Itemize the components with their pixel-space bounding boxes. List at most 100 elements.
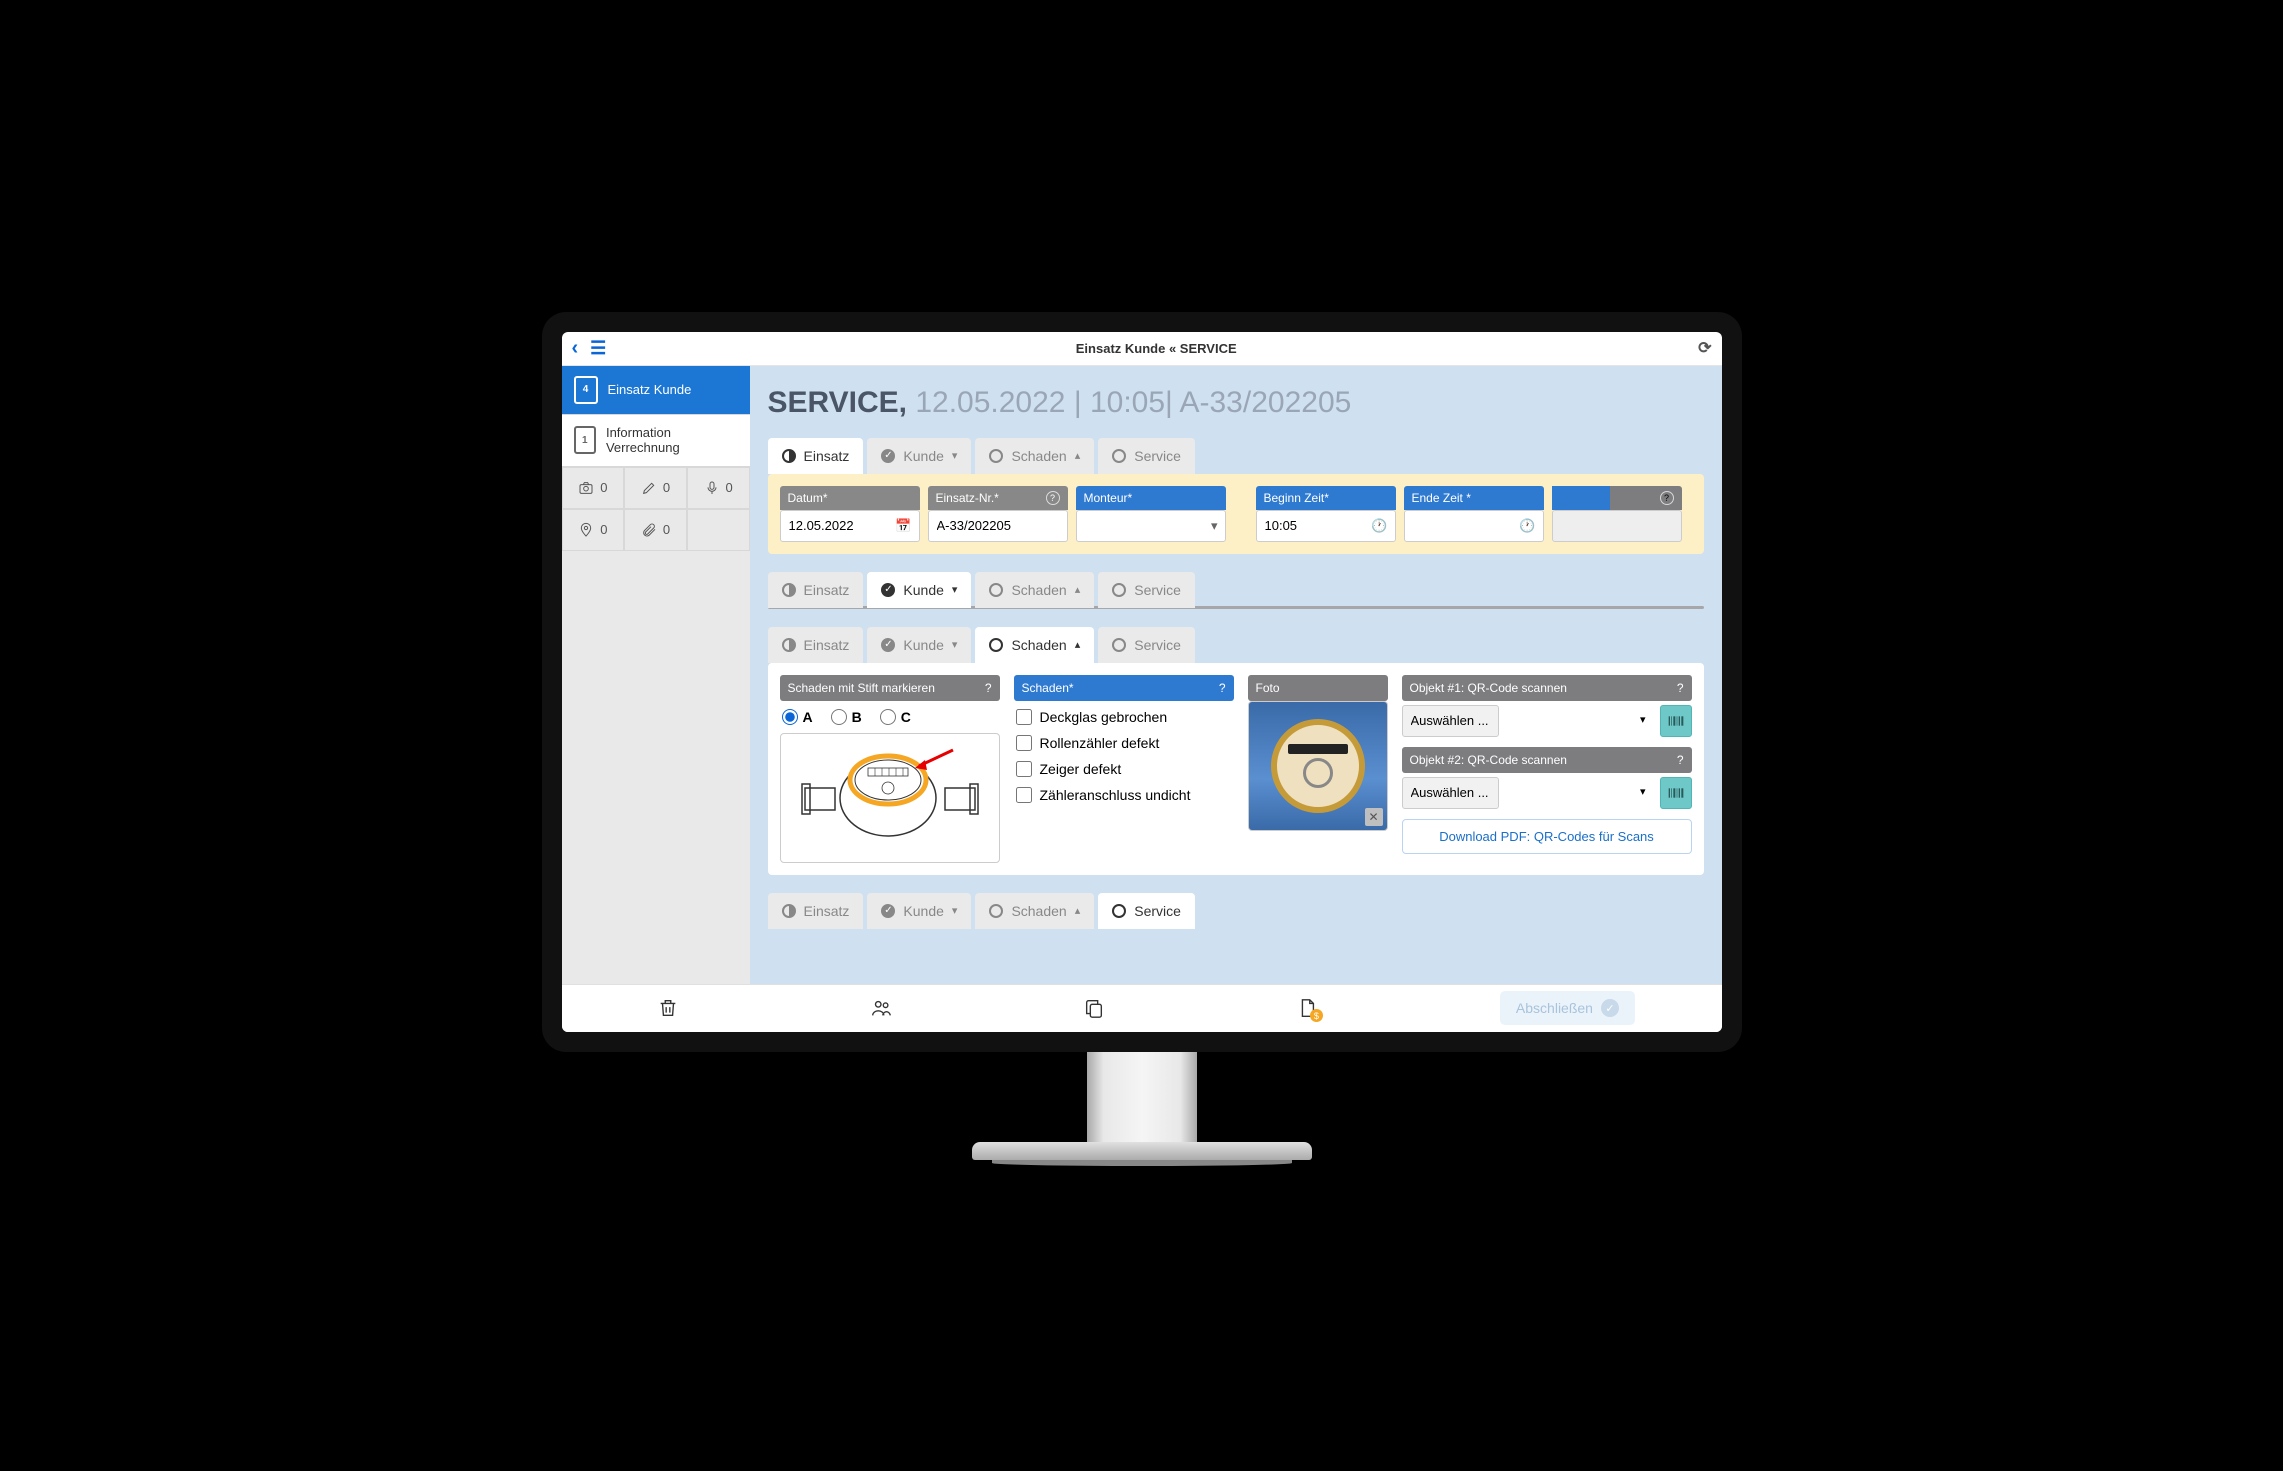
back-icon[interactable]: ‹ xyxy=(572,337,579,360)
tab-schaden[interactable]: Schaden▴ xyxy=(975,438,1094,474)
tab-service[interactable]: Service xyxy=(1098,893,1195,929)
tab-service[interactable]: Service xyxy=(1098,572,1195,608)
document-cost-button[interactable]: $ xyxy=(1287,988,1327,1028)
ende-zeit-input[interactable] xyxy=(1404,510,1544,542)
count-mic[interactable]: 0 xyxy=(687,467,750,509)
panel-header: Schaden*? xyxy=(1014,675,1234,701)
help-icon[interactable]: ? xyxy=(1677,681,1684,695)
tab-kunde[interactable]: Kunde▾ xyxy=(867,438,971,474)
count-pin[interactable]: 0 xyxy=(562,509,625,551)
top-bar: ‹ ☰ Einsatz Kunde « SERVICE ⟳ xyxy=(562,332,1722,366)
tab-schaden[interactable]: Schaden▴ xyxy=(975,627,1094,663)
einsatz-nr-input[interactable] xyxy=(928,510,1068,542)
tab-service[interactable]: Service xyxy=(1098,627,1195,663)
chk-anschluss[interactable]: Zähleranschluss undicht xyxy=(1016,787,1232,803)
document-icon: 1 xyxy=(574,426,596,454)
list-icon[interactable]: ☰ xyxy=(590,338,606,359)
chevron-down-icon: ▾ xyxy=(952,583,958,596)
count-camera[interactable]: 0 xyxy=(562,467,625,509)
datum-input[interactable] xyxy=(780,510,920,542)
chevron-up-icon: ▴ xyxy=(1075,904,1081,917)
tab-kunde[interactable]: Kunde▾ xyxy=(867,893,971,929)
counter-grid: 0 0 0 0 0 xyxy=(562,467,750,551)
help-icon[interactable]: ? xyxy=(1677,753,1684,767)
page-heading: SERVICE, 12.05.2022 | 10:05| A-33/202205 xyxy=(768,386,1704,420)
tab-schaden[interactable]: Schaden▴ xyxy=(975,572,1094,608)
beginn-zeit-input[interactable] xyxy=(1256,510,1396,542)
refresh-icon[interactable]: ⟳ xyxy=(1698,338,1711,358)
qr1-select[interactable]: Auswählen ... xyxy=(1402,705,1499,737)
help-icon[interactable]: ? xyxy=(1046,491,1060,505)
scan-button[interactable] xyxy=(1660,705,1692,737)
check-icon: ✓ xyxy=(1601,999,1619,1017)
section-tabs-service: Einsatz Kunde▾ Schaden▴ Service xyxy=(768,893,1704,929)
chevron-down-icon: ▾ xyxy=(952,449,958,462)
radio-a[interactable]: A xyxy=(782,709,813,725)
tab-service[interactable]: Service xyxy=(1098,438,1195,474)
chevron-up-icon: ▴ xyxy=(1075,638,1081,651)
tab-kunde[interactable]: Kunde▾ xyxy=(867,627,971,663)
field-label: Datum* xyxy=(780,486,920,510)
field-label: Einsatz-Nr.*? xyxy=(928,486,1068,510)
panel-header: Objekt #2: QR-Code scannen? xyxy=(1402,747,1692,773)
field-label: Ende Zeit * xyxy=(1404,486,1544,510)
count-attach[interactable]: 0 xyxy=(624,509,687,551)
page-title: Einsatz Kunde « SERVICE xyxy=(614,341,1698,356)
meter-illustration[interactable] xyxy=(780,733,1000,863)
download-pdf-button[interactable]: Download PDF: QR-Codes für Scans xyxy=(1402,819,1692,854)
sidebar: 4 Einsatz Kunde 1 Information Verrechnun… xyxy=(562,366,750,984)
chevron-up-icon: ▴ xyxy=(1075,583,1081,596)
scan-button[interactable] xyxy=(1660,777,1692,809)
sidebar-item-label: Information Verrechnung xyxy=(606,425,738,456)
tab-einsatz[interactable]: Einsatz xyxy=(768,627,864,663)
photo-thumbnail[interactable]: ✕ xyxy=(1248,701,1388,831)
sidebar-item-einsatz-kunde[interactable]: 4 Einsatz Kunde xyxy=(562,366,750,415)
section-tabs-kunde: Einsatz Kunde▾ Schaden▴ Service xyxy=(768,572,1704,608)
main-content: SERVICE, 12.05.2022 | 10:05| A-33/202205… xyxy=(750,366,1722,984)
meter-photo-icon xyxy=(1271,719,1365,813)
radio-b[interactable]: B xyxy=(831,709,862,725)
chevron-up-icon: ▴ xyxy=(1075,449,1081,462)
copy-button[interactable] xyxy=(1074,988,1114,1028)
tab-schaden[interactable]: Schaden▴ xyxy=(975,893,1094,929)
chk-zeiger[interactable]: Zeiger defekt xyxy=(1016,761,1232,777)
complete-button[interactable]: Abschließen✓ xyxy=(1500,991,1635,1025)
chevron-down-icon: ▾ xyxy=(952,638,958,651)
radio-c[interactable]: C xyxy=(880,709,911,725)
chk-rollenzaehler[interactable]: Rollenzähler defekt xyxy=(1016,735,1232,751)
einsatz-card: Datum* 📅 Einsatz-Nr.*? Monteur* ▾ xyxy=(768,474,1704,554)
field-label: Beginn Zeit* xyxy=(1256,486,1396,510)
field-label: Monteur* xyxy=(1076,486,1226,510)
mark-radios: A B C xyxy=(780,701,1000,733)
tab-einsatz[interactable]: Einsatz xyxy=(768,438,864,474)
sidebar-item-label: Einsatz Kunde xyxy=(608,382,692,397)
tab-einsatz[interactable]: Einsatz xyxy=(768,572,864,608)
help-icon[interactable]: ? xyxy=(1660,491,1674,505)
users-button[interactable] xyxy=(861,988,901,1028)
count-pencil[interactable]: 0 xyxy=(624,467,687,509)
tab-kunde[interactable]: Kunde▾ xyxy=(867,572,971,608)
red-arrow-icon xyxy=(915,748,955,772)
field-label: ? xyxy=(1552,486,1682,510)
panel-header: Objekt #1: QR-Code scannen? xyxy=(1402,675,1692,701)
chevron-down-icon: ▾ xyxy=(1640,785,1646,798)
panel-header: Schaden mit Stift markieren? xyxy=(780,675,1000,701)
qr2-select[interactable]: Auswählen ... xyxy=(1402,777,1499,809)
footer-toolbar: $ Abschließen✓ xyxy=(562,984,1722,1032)
chevron-down-icon: ▾ xyxy=(952,904,958,917)
help-icon[interactable]: ? xyxy=(1219,681,1226,695)
section-tabs-schaden: Einsatz Kunde▾ Schaden▴ Service xyxy=(768,627,1704,663)
document-icon: 4 xyxy=(574,376,598,404)
section-tabs-einsatz: Einsatz Kunde▾ Schaden▴ Service xyxy=(768,438,1704,474)
monteur-select[interactable] xyxy=(1076,510,1226,542)
help-icon[interactable]: ? xyxy=(985,681,992,695)
panel-header: Foto xyxy=(1248,675,1388,701)
tab-einsatz[interactable]: Einsatz xyxy=(768,893,864,929)
schaden-card: Schaden mit Stift markieren? A B C xyxy=(768,663,1704,875)
extra-input[interactable] xyxy=(1552,510,1682,542)
sidebar-item-information-verrechnung[interactable]: 1 Information Verrechnung xyxy=(562,415,750,467)
remove-photo-icon[interactable]: ✕ xyxy=(1365,808,1383,826)
chevron-down-icon: ▾ xyxy=(1640,713,1646,726)
trash-button[interactable] xyxy=(648,988,688,1028)
chk-deckglas[interactable]: Deckglas gebrochen xyxy=(1016,709,1232,725)
